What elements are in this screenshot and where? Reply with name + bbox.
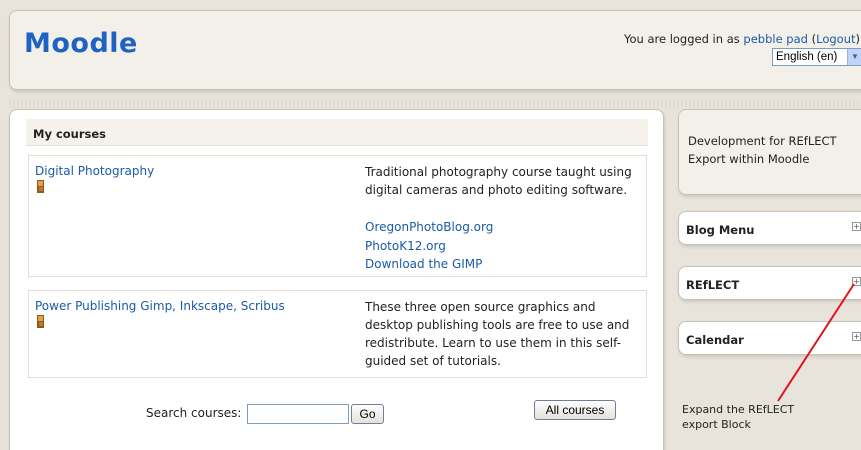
block-title: REfLECT xyxy=(686,278,740,292)
user-profile-link[interactable]: pebble pad xyxy=(743,32,808,46)
expand-icon[interactable]: + xyxy=(852,222,861,231)
expand-icon[interactable]: + xyxy=(852,277,861,286)
go-button[interactable]: Go xyxy=(351,404,384,424)
main-content: My courses Digital Photography Tradition… xyxy=(9,109,664,450)
language-select[interactable]: English (en) ▼ xyxy=(772,48,861,66)
site-description: Development for REfLECT Export within Mo… xyxy=(688,134,837,166)
language-select-value: English (en) xyxy=(776,51,838,63)
my-courses-heading: My courses xyxy=(26,119,648,146)
site-description-block: Development for REfLECT Export within Mo… xyxy=(678,109,861,195)
course-resource-link[interactable]: PhotoK12.org xyxy=(365,237,493,256)
teacher-icon xyxy=(37,180,44,193)
calendar-block[interactable]: Calendar + xyxy=(678,321,861,355)
course-description: These three open source graphics and des… xyxy=(365,300,630,368)
course-link[interactable]: Power Publishing Gimp, Inkscape, Scribus xyxy=(35,299,285,313)
search-courses-input[interactable] xyxy=(247,404,349,424)
course-item: Power Publishing Gimp, Inkscape, Scribus… xyxy=(28,290,647,378)
teacher-icon xyxy=(37,315,44,328)
course-link[interactable]: Digital Photography xyxy=(35,164,154,178)
login-info: You are logged in as pebble pad (Logout) xyxy=(623,32,860,46)
annotation-text: Expand the REfLECT export Block xyxy=(682,403,795,431)
blog-menu-block[interactable]: Blog Menu + xyxy=(678,211,861,245)
block-title: Blog Menu xyxy=(686,223,755,237)
page-header: Moodle You are logged in as pebble pad (… xyxy=(9,10,861,90)
course-resource-link[interactable]: OregonPhotoBlog.org xyxy=(365,218,493,237)
course-item: Digital Photography Traditional photogra… xyxy=(28,155,647,277)
block-title: Calendar xyxy=(686,333,744,347)
reflect-block[interactable]: REfLECT + xyxy=(678,266,861,300)
course-resource-link[interactable]: Download the GIMP xyxy=(365,255,493,274)
chevron-down-icon[interactable]: ▼ xyxy=(847,49,861,65)
login-prefix: You are logged in as xyxy=(623,32,744,46)
course-links: OregonPhotoBlog.org PhotoK12.org Downloa… xyxy=(365,218,493,274)
site-logo[interactable]: Moodle xyxy=(24,28,138,59)
logout-link[interactable]: Logout xyxy=(816,32,855,46)
search-courses-label: Search courses: xyxy=(146,406,242,420)
expand-icon[interactable]: + xyxy=(852,332,861,341)
all-courses-button[interactable]: All courses xyxy=(534,400,616,420)
header-divider xyxy=(9,100,861,108)
course-description: Traditional photography course taught us… xyxy=(365,165,632,197)
